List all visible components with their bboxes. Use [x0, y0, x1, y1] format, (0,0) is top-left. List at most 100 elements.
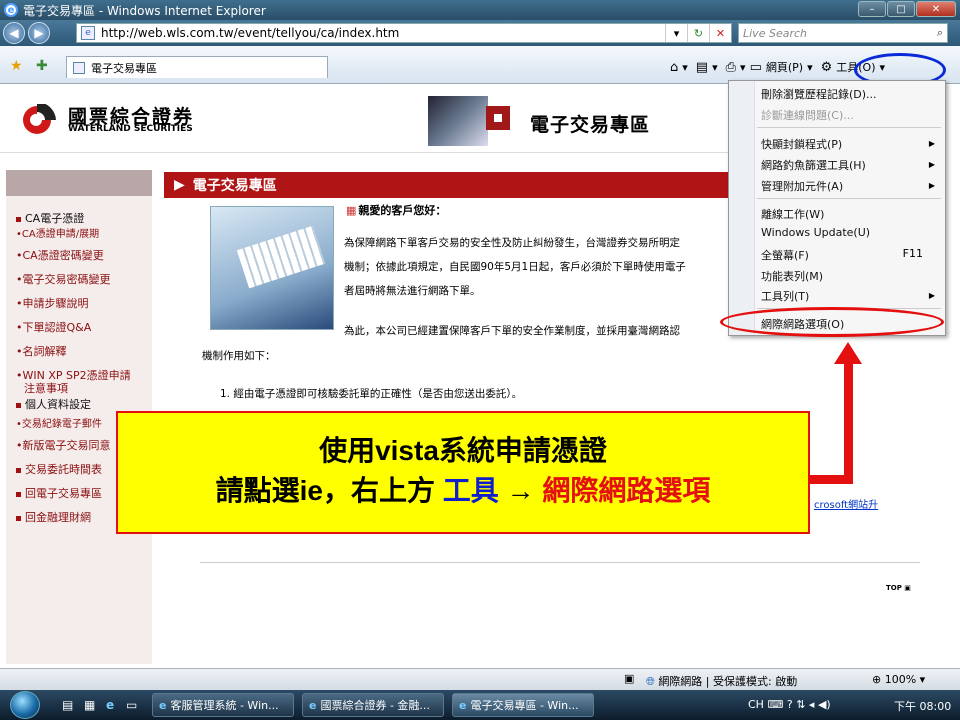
tab-bar: ★ ✚ 電子交易專區 ⌂ ▾ ▤ ▾ ⎙ ▾ ▭ 網頁(P) ▾ ⚙ 工具(O) ▾ — [0, 46, 960, 84]
banner-image — [428, 96, 488, 146]
menu-item-fullscreen[interactable]: 全螢幕(F) — [761, 247, 809, 263]
menu-item-work-offline[interactable]: 離線工作(W) — [761, 206, 824, 222]
paragraph-line: 為保障網路下單客戶交易的安全性及防止糾紛發生，台灣證券交易所明定 — [344, 237, 680, 249]
menu-item-popup-blocker[interactable]: 快顯封鎖程式(P) — [761, 136, 842, 152]
instruction-callout: 使用vista系統申請憑證 請點選ie，右上方 工具 → 網際網路選項 — [116, 411, 810, 534]
clock[interactable]: 下午 08:00 — [894, 698, 951, 714]
banner-title: 電子交易專區 — [530, 114, 651, 136]
tab-current[interactable]: 電子交易專區 — [66, 56, 328, 78]
paragraph-line: 為此，本公司已經建置保障客戶下單的安全作業制度，並採用臺灣網路認 — [344, 325, 680, 337]
url-text: http://web.wls.com.tw/event/tellyou/ca/i… — [101, 26, 400, 40]
search-placeholder: Live Search — [743, 26, 807, 40]
print-icon[interactable]: ⎙ — [726, 60, 736, 75]
callout-options-text: 網際網路選項 — [542, 475, 711, 506]
microsoft-link[interactable]: crosoft網站升 — [814, 496, 878, 511]
keyboard-icon[interactable]: ⌨ — [767, 698, 783, 711]
show-desktop-icon[interactable]: ▤ — [62, 698, 73, 712]
section-header: ▶ 電子交易專區 — [164, 172, 730, 198]
menu-gutter — [729, 81, 755, 335]
header-divider — [0, 152, 730, 153]
sidebar-item-winxp[interactable]: •WIN XP SP2憑證申請 — [16, 369, 152, 382]
menu-item-windows-update[interactable]: Windows Update(U) — [761, 226, 870, 239]
network-icon[interactable]: ⇅ — [796, 698, 805, 711]
tray-arrow-icon[interactable]: ◂ — [809, 698, 815, 711]
sidebar-item-qa[interactable]: •下單認證Q&A — [16, 321, 152, 334]
sidebar-item-trade-password[interactable]: •電子交易密碼變更 — [16, 273, 152, 286]
section-title: 電子交易專區 — [192, 178, 277, 194]
print-dropdown-icon[interactable]: ▾ — [740, 61, 746, 74]
minimize-button[interactable]: – — [858, 1, 886, 17]
sidebar-item-profile[interactable]: 個人資料設定 — [16, 398, 152, 411]
paragraph-line: 者屆時將無法進行網路下單。 — [344, 285, 481, 297]
search-icon[interactable]: ⌕ — [937, 26, 943, 40]
taskbar-item[interactable]: e 國票綜合證券 - 金融... — [302, 693, 444, 717]
home-icon[interactable]: ⌂ — [670, 60, 678, 75]
annotation-arrow-connector — [806, 475, 853, 484]
section-arrow-icon: ▶ — [174, 177, 185, 193]
sidebar-item-ca-password[interactable]: •CA憑證密碼變更 — [16, 249, 152, 262]
system-tray: CH ⌨ ? ⇅ ◂ ◀) — [748, 698, 831, 711]
page-menu-button[interactable]: 網頁(P) — [766, 59, 803, 75]
callout-tools-text: 工具 — [442, 475, 499, 506]
taskbar: ▤ ▦ e ▭ e 客服管理系統 - Win... e 國票綜合證券 - 金融...… — [0, 690, 960, 720]
sidebar-header — [6, 170, 152, 196]
address-bar[interactable]: e http://web.wls.com.tw/event/tellyou/ca… — [76, 23, 732, 43]
sidebar-item-notes[interactable]: 注意事項 — [16, 382, 152, 395]
back-button[interactable]: ◀ — [3, 22, 25, 44]
tools-dropdown-menu: 刪除瀏覽歷程記錄(D)... 診斷連線問題(C)... 快顯封鎖程式(P) ▶ … — [728, 80, 946, 336]
numbered-item: 1. 經由電子憑證即可核驗委託單的正確性（是否由您送出委託）。 — [220, 388, 523, 400]
address-dropdown-icon[interactable]: ▾ — [665, 24, 687, 42]
top-link[interactable]: TOP ▣ — [886, 584, 911, 592]
feeds-dropdown-icon[interactable]: ▾ — [712, 61, 718, 74]
menu-item-delete-history[interactable]: 刪除瀏覽歷程記錄(D)... — [761, 86, 877, 102]
paragraph-line: 機制作用如下： — [202, 350, 276, 362]
sidebar-item-steps[interactable]: •申請步驟說明 — [16, 297, 152, 310]
taskbar-item[interactable]: e 電子交易專區 - Win... — [452, 693, 594, 717]
volume-icon[interactable]: ◀) — [818, 698, 831, 711]
keyboard-hands-image — [210, 206, 334, 330]
menu-item-phishing-filter[interactable]: 網路釣魚篩選工具(H) — [761, 157, 866, 173]
stop-icon[interactable]: ✕ — [709, 24, 731, 42]
zoom-level[interactable]: ⊕ 100% ▾ — [872, 673, 925, 686]
globe-icon: 🌐︎ — [646, 675, 655, 688]
maximize-button[interactable]: □ — [887, 1, 915, 17]
tab-label: 電子交易專區 — [91, 61, 157, 75]
submenu-arrow-icon: ▶ — [928, 160, 935, 169]
submenu-arrow-icon: ▶ — [928, 291, 935, 300]
callout-line-1: 使用vista系統申請憑證 — [319, 435, 607, 466]
window-title: 電子交易專區 - Windows Internet Explorer — [23, 3, 266, 18]
favorites-star-icon[interactable]: ★ — [10, 58, 23, 74]
internet-options-highlight-oval — [720, 307, 944, 337]
menu-item-manage-addons[interactable]: 管理附加元件(A) — [761, 178, 843, 194]
submenu-arrow-icon: ▶ — [928, 139, 935, 148]
tools-gear-icon: ⚙ — [820, 59, 833, 75]
feeds-icon[interactable]: ▤ — [696, 60, 708, 75]
switch-windows-icon[interactable]: ▦ — [84, 698, 95, 712]
menu-item-toolbars[interactable]: 工具列(T) — [761, 288, 809, 304]
search-input[interactable]: Live Search ⌕ — [738, 23, 948, 43]
language-indicator[interactable]: CH — [748, 698, 764, 711]
taskbar-item[interactable]: e 客服管理系統 - Win... — [152, 693, 294, 717]
navigation-bar: ◀ ▶ e http://web.wls.com.tw/event/tellyo… — [0, 20, 960, 46]
desktop-icon[interactable]: ▭ — [126, 698, 137, 712]
sidebar-item-ca-certificate[interactable]: CA電子憑證 — [16, 212, 152, 225]
annotation-arrow-shaft — [844, 362, 853, 484]
banner-red-square-icon — [486, 106, 510, 130]
add-favorites-icon[interactable]: ✚ — [36, 58, 48, 74]
start-button[interactable] — [10, 691, 40, 719]
menu-item-menu-bar[interactable]: 功能表列(M) — [761, 268, 823, 284]
ie-quicklaunch-icon[interactable]: e — [106, 698, 114, 712]
sidebar-item-glossary[interactable]: •名詞解釋 — [16, 345, 152, 358]
close-button[interactable]: ✕ — [916, 1, 956, 17]
forward-button[interactable]: ▶ — [28, 22, 50, 44]
ie-logo-icon: e — [4, 3, 18, 17]
paragraph-line: 機制；依據此項規定，自民國90年5月1日起，客戶必須於下單時使用電子 — [344, 261, 686, 273]
sidebar-item-ca-apply[interactable]: •CA憑證申請/展期 — [16, 228, 152, 241]
refresh-icon[interactable]: ↻ — [687, 24, 709, 42]
security-zone[interactable]: 🌐︎ 網際網路 | 受保護模式: 啟動 — [646, 673, 797, 689]
menu-item-diagnose: 診斷連線問題(C)... — [761, 109, 854, 122]
annotation-arrow-head — [834, 342, 862, 364]
home-dropdown-icon[interactable]: ▾ — [682, 61, 688, 74]
help-icon[interactable]: ? — [787, 698, 793, 711]
tab-page-icon — [73, 61, 85, 74]
